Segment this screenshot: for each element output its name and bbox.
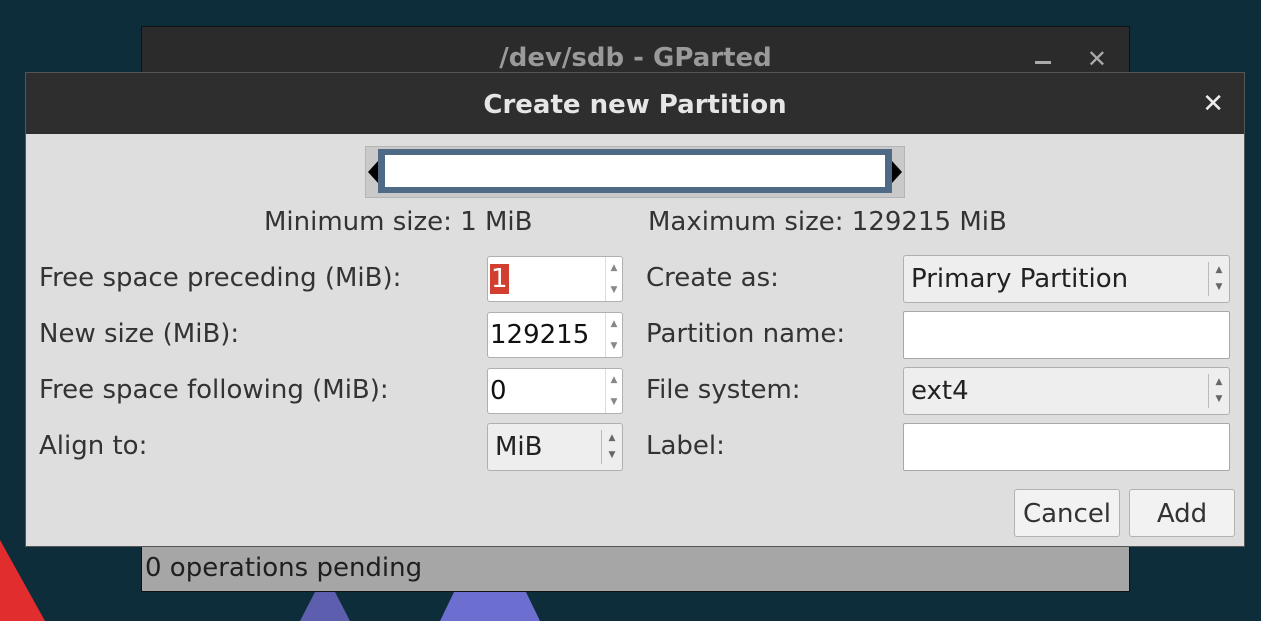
new-size-spinbutton[interactable]: 129215 ▲ ▼ [487, 312, 623, 358]
label-field-label: Label: [646, 431, 725, 461]
file-system-value: ext4 [911, 376, 969, 406]
add-button[interactable]: Add [1129, 489, 1235, 537]
new-size-value[interactable]: 129215 [490, 320, 589, 350]
down-arrow-icon: ▼ [608, 450, 616, 460]
label-input[interactable] [903, 423, 1230, 471]
free-space-following-spinbutton[interactable]: 0 ▲ ▼ [487, 368, 623, 414]
align-to-combobox[interactable]: MiB ▲ ▼ [487, 423, 623, 471]
resize-right-handle-icon[interactable] [892, 161, 902, 183]
spin-arrows[interactable]: ▲ ▼ [605, 257, 622, 301]
create-as-label: Create as: [646, 263, 779, 293]
main-window-title: /dev/sdb - GParted [499, 43, 772, 73]
down-arrow-icon: ▼ [1215, 394, 1223, 404]
wallpaper-red-shape [0, 540, 45, 621]
file-system-combobox[interactable]: ext4 ▲ ▼ [903, 367, 1230, 415]
status-bar-text: 0 operations pending [145, 553, 423, 583]
up-arrow-icon: ▲ [1215, 377, 1223, 387]
free-space-following-label: Free space following (MiB): [39, 375, 389, 405]
dialog-close-icon[interactable]: ✕ [1202, 88, 1224, 120]
decrement-icon[interactable]: ▼ [606, 391, 622, 413]
create-as-value: Primary Partition [911, 264, 1129, 294]
decrement-icon[interactable]: ▼ [606, 335, 622, 357]
wallpaper-blue-shape [300, 592, 350, 621]
free-space-preceding-spinbutton[interactable]: 1 ▲ ▼ [487, 256, 623, 302]
combo-arrows-icon: ▲ ▼ [1208, 262, 1229, 296]
spin-arrows[interactable]: ▲ ▼ [605, 313, 622, 357]
down-arrow-icon: ▼ [1215, 282, 1223, 292]
increment-icon[interactable]: ▲ [606, 313, 622, 335]
decrement-icon[interactable]: ▼ [606, 279, 622, 301]
free-space-preceding-value[interactable]: 1 [490, 264, 509, 294]
cancel-button[interactable]: Cancel [1014, 489, 1120, 537]
new-size-label: New size (MiB): [39, 319, 240, 349]
partition-name-input[interactable] [903, 311, 1230, 359]
maximum-size-text: Maximum size: 129215 MiB [648, 207, 1007, 237]
minimize-icon[interactable] [1035, 61, 1051, 64]
up-arrow-icon: ▲ [1215, 265, 1223, 275]
create-as-combobox[interactable]: Primary Partition ▲ ▼ [903, 255, 1230, 303]
partition-resizer-fill [385, 155, 885, 187]
combo-arrows-icon: ▲ ▼ [601, 430, 622, 464]
dialog-title: Create new Partition [483, 90, 787, 120]
dialog-titlebar: Create new Partition ✕ [26, 73, 1244, 134]
increment-icon[interactable]: ▲ [606, 257, 622, 279]
up-arrow-icon: ▲ [608, 433, 616, 443]
wallpaper-blue-shape [440, 590, 540, 621]
partition-resizer[interactable] [365, 146, 905, 198]
main-titlebar: /dev/sdb - GParted ✕ [142, 27, 1129, 75]
resize-left-handle-icon[interactable] [368, 161, 378, 183]
increment-icon[interactable]: ▲ [606, 369, 622, 391]
align-to-value: MiB [495, 432, 543, 462]
partition-name-label: Partition name: [646, 319, 846, 349]
spin-arrows[interactable]: ▲ ▼ [605, 369, 622, 413]
partition-resizer-bar[interactable] [378, 149, 892, 193]
file-system-label: File system: [646, 375, 801, 405]
align-to-label: Align to: [39, 431, 148, 461]
create-partition-dialog: Create new Partition ✕ Minimum size: 1 M… [25, 72, 1245, 547]
free-space-preceding-label: Free space preceding (MiB): [39, 263, 402, 293]
minimum-size-text: Minimum size: 1 MiB [264, 207, 533, 237]
combo-arrows-icon: ▲ ▼ [1208, 374, 1229, 408]
free-space-following-value[interactable]: 0 [490, 376, 507, 406]
